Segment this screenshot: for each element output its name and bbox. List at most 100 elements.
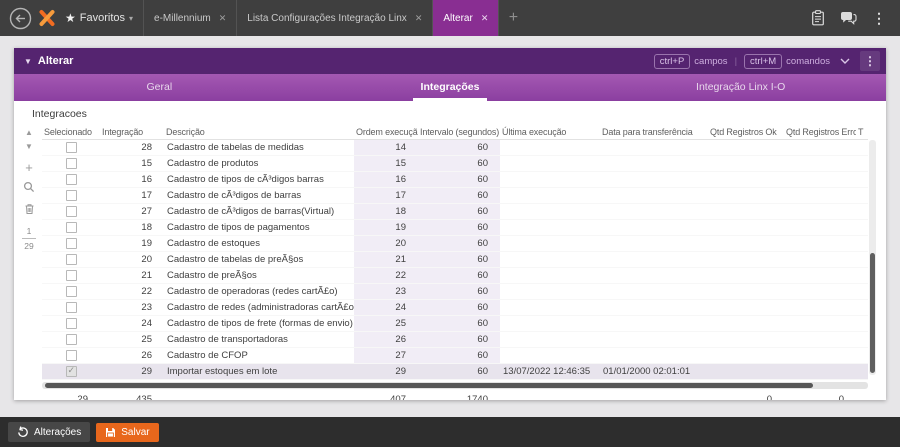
row-extra	[856, 156, 868, 171]
row-qtd-ok	[708, 316, 784, 331]
row-checkbox[interactable]	[65, 254, 77, 265]
horizontal-scrollbar-thumb[interactable]	[45, 383, 814, 388]
row-checkbox[interactable]	[65, 174, 77, 185]
horizontal-scrollbar[interactable]	[42, 382, 868, 389]
col-intervalo-segundos[interactable]: Intervalo (segundos)	[418, 124, 500, 139]
tab-e-millennium[interactable]: e-Millennium ✕	[143, 0, 236, 36]
row-ordem: 18	[354, 204, 418, 219]
col-descricao[interactable]: Descrição	[164, 124, 354, 139]
table-row[interactable]: 29 Importar estoques em lote 29 60 13/07…	[42, 364, 868, 380]
tab-alterar[interactable]: Alterar ✕	[432, 0, 500, 36]
row-checkbox[interactable]	[65, 270, 77, 281]
panel-kebab-button[interactable]: ⋮	[860, 51, 880, 71]
table-row[interactable]: 25 Cadastro de transportadoras 26 60	[42, 332, 868, 348]
favorites-button[interactable]: ★ Favoritos ▾	[63, 11, 143, 25]
row-qtd-erro	[784, 204, 856, 219]
col-truncated[interactable]: T	[856, 124, 868, 139]
col-ultima-execucao[interactable]: Última execução	[500, 124, 600, 139]
tab-bar: e-Millennium ✕ Lista Configurações Integ…	[143, 0, 500, 36]
row-checkbox[interactable]	[65, 350, 77, 361]
add-row-button[interactable]: +	[20, 160, 38, 175]
tab-close-icon[interactable]: ✕	[481, 13, 489, 24]
comandos-shortcut-button[interactable]: ctrl+M comandos	[744, 53, 830, 69]
col-selecionado[interactable]: Selecionado	[42, 124, 100, 139]
scroll-up-button[interactable]: ▲	[20, 126, 38, 138]
vertical-scrollbar-thumb[interactable]	[870, 252, 875, 373]
row-checkbox[interactable]	[65, 238, 77, 249]
tab-close-icon[interactable]: ✕	[219, 13, 227, 24]
topbar: ★ Favoritos ▾ e-Millennium ✕ Lista Confi…	[0, 0, 900, 36]
table-row[interactable]: 27 Cadastro de cÃ³digos de barras(Virtua…	[42, 204, 868, 220]
row-qtd-erro	[784, 236, 856, 251]
table-row[interactable]: 18 Cadastro de tipos de pagamentos 19 60	[42, 220, 868, 236]
tab-lista-configuracoes-integracao-linx[interactable]: Lista Configurações Integração Linx ✕	[236, 0, 432, 36]
favorites-label: Favoritos	[79, 12, 126, 24]
row-checkbox[interactable]	[65, 206, 77, 217]
row-checkbox[interactable]	[65, 302, 77, 313]
table-row[interactable]: 19 Cadastro de estoques 20 60	[42, 236, 868, 252]
row-checkbox[interactable]	[65, 286, 77, 297]
row-checkbox[interactable]	[65, 222, 77, 233]
tab-integracoes[interactable]: Integrações	[412, 74, 488, 101]
row-checkbox[interactable]	[65, 318, 77, 329]
delete-row-button[interactable]	[20, 202, 38, 216]
tab-close-icon[interactable]: ✕	[415, 13, 423, 24]
col-ordem-execucao[interactable]: Ordem execução	[354, 124, 418, 139]
row-checkbox[interactable]	[65, 190, 77, 201]
tab-label: Alterar	[443, 12, 473, 24]
row-qtd-ok	[708, 300, 784, 315]
col-qtd-registros-erro[interactable]: Qtd Registros Erro	[784, 124, 856, 139]
row-ultima-execucao	[500, 284, 600, 299]
salvar-button[interactable]: Salvar	[96, 422, 159, 442]
new-tab-button[interactable]: +	[499, 0, 527, 36]
col-data-para-transferencia[interactable]: Data para transferência	[600, 124, 708, 139]
row-ordem: 26	[354, 332, 418, 347]
row-data-transferencia	[600, 348, 708, 363]
row-extra	[856, 188, 868, 203]
campos-shortcut-button[interactable]: ctrl+P campos	[653, 53, 728, 69]
row-data-transferencia	[600, 204, 708, 219]
total-selecionado: 29	[77, 393, 88, 401]
row-checkbox[interactable]	[65, 142, 77, 153]
table-row[interactable]: 28 Cadastro de tabelas de medidas 14 60	[42, 140, 868, 156]
clipboard-button[interactable]	[811, 10, 825, 26]
table-row[interactable]: 20 Cadastro de tabelas de preÃ§os 21 60	[42, 252, 868, 268]
tab-geral[interactable]: Geral	[138, 74, 180, 101]
alteracoes-button[interactable]: Alterações	[8, 422, 91, 442]
table-row[interactable]: 16 Cadastro de tipos de cÃ³digos barras …	[42, 172, 868, 188]
table-row[interactable]: 15 Cadastro de produtos 15 60	[42, 156, 868, 172]
totals-row: 29 435 407 1740 0 0	[42, 391, 868, 401]
scroll-down-button[interactable]: ▼	[20, 140, 38, 152]
vertical-scrollbar[interactable]	[869, 140, 876, 375]
table-row[interactable]: 23 Cadastro de redes (administradoras ca…	[42, 300, 868, 316]
row-checkbox[interactable]	[65, 334, 77, 345]
table-row[interactable]: 22 Cadastro de operadoras (redes cartÃ£o…	[42, 284, 868, 300]
col-integracao[interactable]: Integração	[100, 124, 164, 139]
commands-dropdown-button[interactable]	[837, 58, 853, 64]
back-button[interactable]	[6, 4, 34, 32]
tab-integracao-linx-io[interactable]: Integração Linx I-O	[688, 74, 793, 101]
row-checkbox-cell	[42, 268, 100, 283]
total-ordem: 407	[390, 393, 406, 401]
grid-wrap: ▲ ▼ + 1 29 Selecionado Integração Descri…	[16, 124, 876, 400]
topbar-kebab-button[interactable]: ⋮	[872, 10, 886, 27]
row-ultima-execucao	[500, 252, 600, 267]
col-qtd-registros-ok[interactable]: Qtd Registros Ok	[708, 124, 784, 139]
row-ordem: 20	[354, 236, 418, 251]
total-qtd-erro: 0	[838, 393, 844, 401]
table-row[interactable]: 24 Cadastro de tipos de frete (formas de…	[42, 316, 868, 332]
row-intervalo: 60	[418, 188, 500, 203]
pager-current: 1	[26, 226, 32, 236]
table-row[interactable]: 17 Cadastro de cÃ³digos de barras 17 60	[42, 188, 868, 204]
row-ultima-execucao	[500, 268, 600, 283]
chat-button[interactable]	[840, 11, 857, 26]
row-extra	[856, 268, 868, 283]
row-checkbox[interactable]	[65, 365, 77, 377]
row-checkbox[interactable]	[65, 158, 77, 169]
table-row[interactable]: 26 Cadastro de CFOP 27 60	[42, 348, 868, 364]
row-ordem: 15	[354, 156, 418, 171]
row-integracao: 26	[141, 350, 152, 361]
table-row[interactable]: 21 Cadastro de preÃ§os 22 60	[42, 268, 868, 284]
search-button[interactable]	[20, 180, 38, 194]
collapse-panel-icon[interactable]: ▼	[24, 57, 32, 66]
